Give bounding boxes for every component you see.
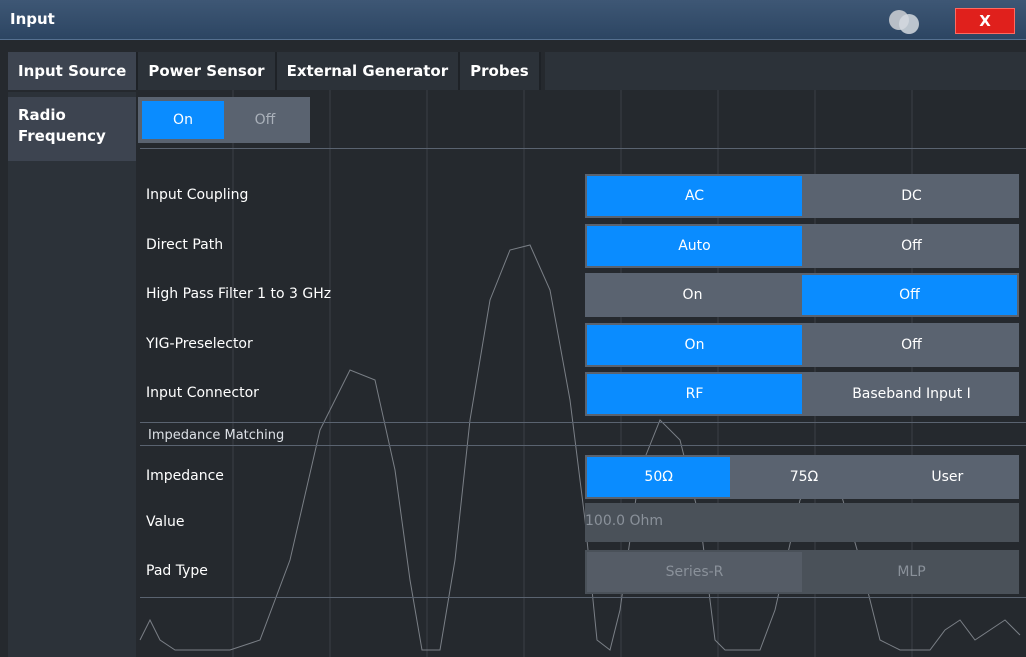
yig-preselector-label: YIG-Preselector [146,336,253,352]
circle-icon-front [899,14,919,34]
direct-path-label: Direct Path [146,237,224,253]
side-tab-radio-frequency[interactable]: Radio Frequency [8,97,136,161]
yig-preselector-selector: On Off [585,323,1019,367]
divider [140,148,1026,149]
pad-type-selector: Series-R MLP [585,550,1019,594]
input-coupling-dc[interactable]: DC [804,174,1019,218]
impedance-user[interactable]: User [876,455,1019,499]
tab-bar-filler [545,52,1026,90]
input-connector-baseband[interactable]: Baseband Input I [804,372,1019,416]
tab-external-generator[interactable]: External Generator [276,52,461,90]
tab-input-source[interactable]: Input Source [8,52,139,90]
value-label: Value [146,514,185,530]
direct-path-selector: Auto Off [585,224,1019,268]
side-tab-label-line2: Frequency [18,127,106,145]
high-pass-filter-selector: On Off [585,273,1019,317]
high-pass-filter-on[interactable]: On [585,273,800,317]
impedance-value-field[interactable]: 100.0 Ohm [585,503,1019,542]
direct-path-auto[interactable]: Auto [585,224,804,268]
rf-off-button[interactable]: Off [224,101,306,139]
input-coupling-label: Input Coupling [146,187,249,203]
tab-bar: Input Source Power Sensor External Gener… [8,52,541,90]
window-mode-icon[interactable] [887,8,923,34]
direct-path-off[interactable]: Off [804,224,1019,268]
input-coupling-ac[interactable]: AC [585,174,804,218]
rf-on-off-toggle: On Off [138,97,310,143]
impedance-label: Impedance [146,468,224,484]
input-connector-rf[interactable]: RF [585,372,804,416]
divider [140,597,1026,598]
tab-probes[interactable]: Probes [460,52,541,90]
pad-type-mlp[interactable]: MLP [804,550,1019,594]
divider [140,422,1026,423]
high-pass-filter-off[interactable]: Off [800,273,1019,317]
side-panel [8,92,136,657]
yig-preselector-on[interactable]: On [585,323,804,367]
pad-type-label: Pad Type [146,563,208,579]
impedance-50-ohm[interactable]: 50Ω [585,455,733,499]
input-coupling-selector: AC DC [585,174,1019,218]
impedance-matching-header: Impedance Matching [148,428,285,443]
impedance-75-ohm[interactable]: 75Ω [732,455,875,499]
high-pass-filter-label: High Pass Filter 1 to 3 GHz [146,286,332,302]
pad-type-series-r[interactable]: Series-R [585,550,804,594]
tab-power-sensor[interactable]: Power Sensor [138,52,277,90]
rf-on-button[interactable]: On [142,101,224,139]
input-connector-label: Input Connector [146,385,259,401]
input-connector-selector: RF Baseband Input I [585,372,1019,416]
window-title-bar: Input X [0,0,1026,40]
window-title: Input [10,10,55,28]
yig-preselector-off[interactable]: Off [804,323,1019,367]
divider [140,445,1026,446]
impedance-selector: 50Ω 75Ω User [585,455,1019,499]
close-button[interactable]: X [955,8,1015,34]
side-tab-label-line1: Radio [18,106,66,124]
